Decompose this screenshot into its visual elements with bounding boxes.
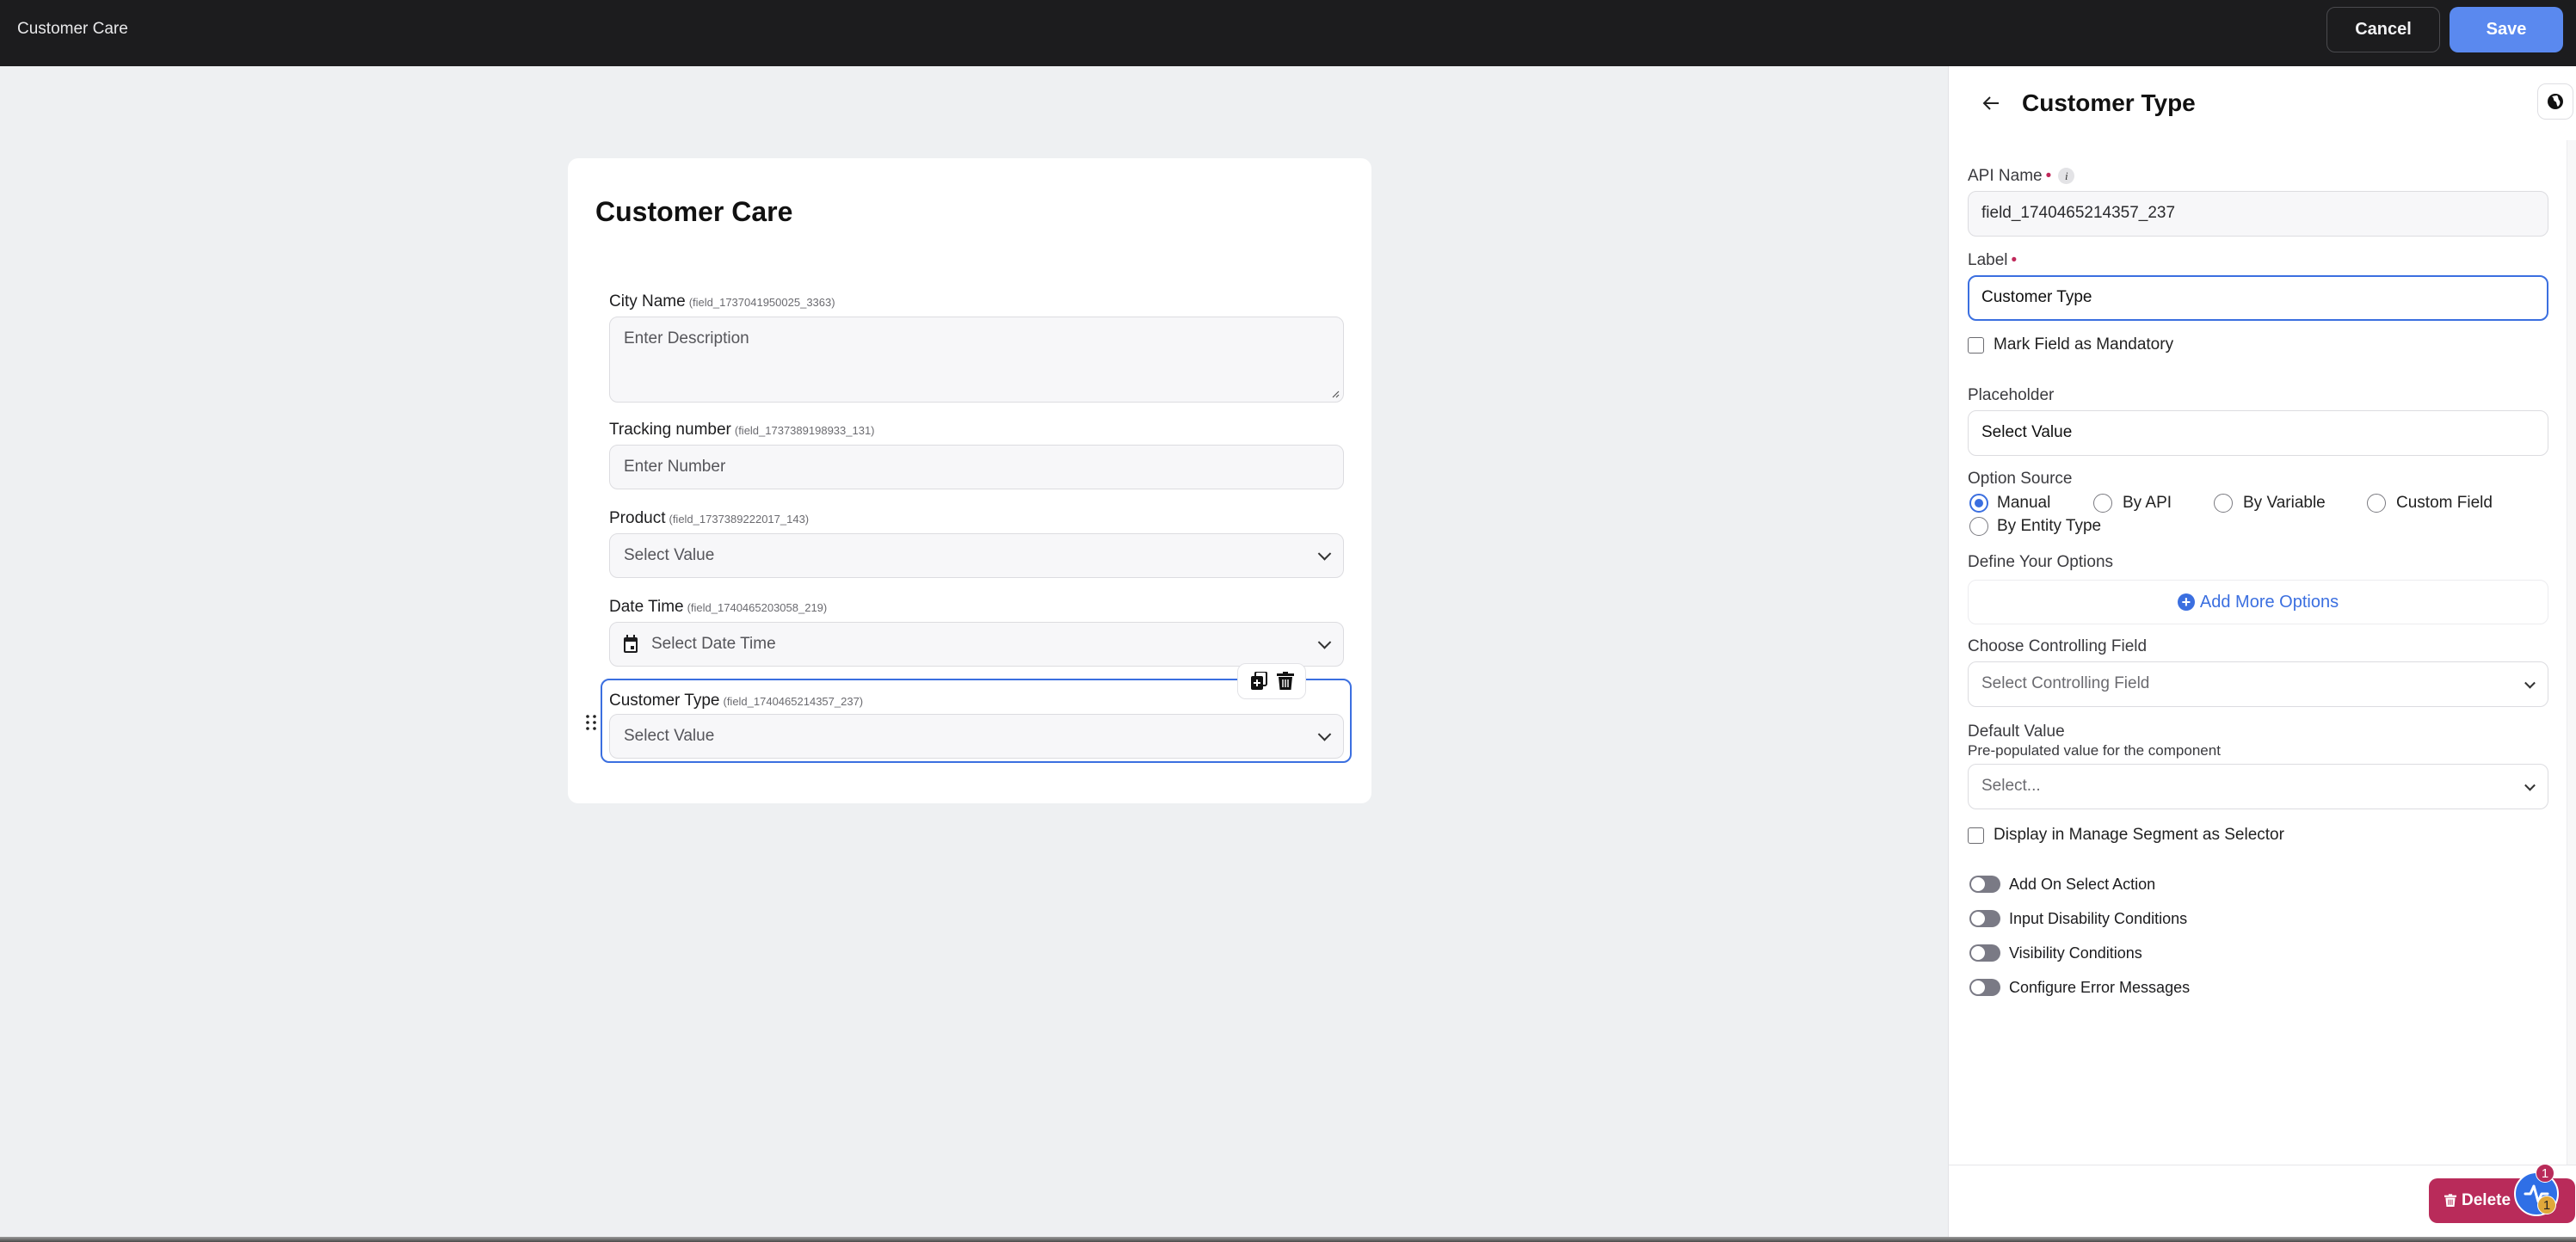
label-input[interactable]: Customer Type [1968,275,2548,321]
radio-by-api[interactable] [2093,494,2112,513]
placeholder-input[interactable]: Select Value [1968,410,2548,456]
mandatory-checkbox[interactable] [1968,337,1984,354]
radio-by-entity-type[interactable] [1969,517,1988,536]
product-select[interactable]: Select Value [609,533,1344,578]
toggle-label: Visibility Conditions [2009,944,2142,962]
form-field-city-name[interactable]: City Name (field_1737041950025_3363) Ente… [609,292,1344,403]
toggle-label: Input Disability Conditions [2009,910,2188,927]
properties-panel: Customer Type API Name • i field_174046521… [1948,66,2576,1242]
trash-icon[interactable] [1276,672,1294,691]
chevron-down-icon [1317,636,1332,649]
option-source-label: Option Source [1968,470,2073,488]
radio-custom-field[interactable] [2367,494,2386,513]
city-name-textarea[interactable]: Enter Description [609,317,1344,403]
controlling-field-select[interactable]: Select Controlling Field [1968,661,2548,707]
window-bottom-edge [0,1237,2576,1242]
default-value-hint: Pre-populated value for the component [1968,742,2221,759]
copy-plus-icon[interactable] [1250,672,1267,691]
form-field-date-time[interactable]: Date Time (field_1740465203058_219) Selec… [609,598,1344,667]
chevron-down-icon [2524,677,2536,689]
add-more-options-button[interactable]: + Add More Options [1968,580,2548,624]
radio-label-custom-field: Custom Field [2396,494,2493,512]
globe-button[interactable] [2537,83,2573,120]
radio-manual[interactable] [1969,494,1988,513]
arrow-left-icon[interactable] [1980,92,2002,114]
placeholder-label: Placeholder [1968,386,2055,404]
toggle-add-on-select-action[interactable] [1969,876,2000,893]
api-name-input[interactable]: field_1740465214357_237 [1968,191,2548,237]
form-field-tracking-number[interactable]: Tracking number (field_1737389198933_131)… [609,421,1344,489]
notification-badge: 1 [2536,1164,2554,1183]
customer-type-select[interactable]: Select Value [609,714,1344,759]
field-label: Tracking number (field_1737389198933_131) [609,421,875,439]
field-label: Date Time (field_1740465203058_219) [609,598,828,616]
trash-icon [2444,1194,2456,1207]
calendar-icon [624,635,638,653]
drag-handle-icon[interactable] [585,714,597,731]
default-value-label: Default Value [1968,722,2065,741]
api-name-label: API Name • i [1968,167,2075,186]
radio-label-by-variable: By Variable [2243,494,2326,512]
save-button[interactable]: Save [2450,7,2563,52]
chevron-down-icon [1317,547,1332,561]
toggle-visibility-conditions[interactable] [1969,944,2000,962]
toggle-configure-error-messages[interactable] [1969,979,2000,996]
default-value-select[interactable]: Select... [1968,764,2548,809]
field-label: City Name (field_1737041950025_3363) [609,292,835,310]
date-time-picker[interactable]: Select Date Time [609,622,1344,667]
controlling-field-label: Choose Controlling Field [1968,637,2148,655]
plus-circle-icon: + [2177,593,2195,611]
chevron-down-icon [2524,779,2536,791]
label-label: Label • [1968,251,2018,269]
radio-label-manual: Manual [1997,494,2051,512]
define-options-label: Define Your Options [1968,553,2114,571]
manage-segment-label: Display in Manage Segment as Selector [1994,826,2284,844]
cancel-button[interactable]: Cancel [2326,7,2440,52]
toggle-input-disability-conditions[interactable] [1969,910,2000,927]
panel-title: Customer Type [2022,89,2196,116]
top-bar: Customer Care Cancel Save [0,0,2576,66]
chevron-down-icon [1317,728,1332,741]
radio-label-by-api: By API [2123,494,2172,512]
radio-by-variable[interactable] [2214,494,2233,513]
form-title: Customer Care [595,196,793,227]
app-title: Customer Care [17,20,128,38]
manage-segment-checkbox[interactable] [1968,827,1984,844]
form-preview-card: Customer Care City Name (field_1737041950… [568,158,1371,803]
form-field-product[interactable]: Product (field_1737389222017_143) Select … [609,509,1344,578]
toggle-label: Add On Select Action [2009,876,2156,893]
tracking-number-input[interactable]: Enter Number [609,445,1344,489]
panel-header: Customer Type [1949,66,2576,144]
globe-icon [2548,94,2563,109]
mandatory-label: Mark Field as Mandatory [1994,335,2174,354]
radio-label-by-entity-type: By Entity Type [1997,517,2102,535]
field-label: Product (field_1737389222017_143) [609,509,810,527]
toggle-label: Configure Error Messages [2009,979,2191,996]
panel-scrollbar[interactable] [2567,140,2576,1169]
panel-footer: Delete [1949,1165,2576,1242]
field-label: Customer Type (field_1740465214357_237) [609,692,864,710]
field-actions-toolbar [1237,663,1306,699]
resize-handle-icon[interactable] [1329,388,1340,398]
warning-badge: 1 [2537,1196,2556,1214]
info-icon[interactable]: i [2058,168,2075,184]
form-field-customer-type[interactable]: Customer Type (field_1740465214357_237) S… [609,692,1344,759]
